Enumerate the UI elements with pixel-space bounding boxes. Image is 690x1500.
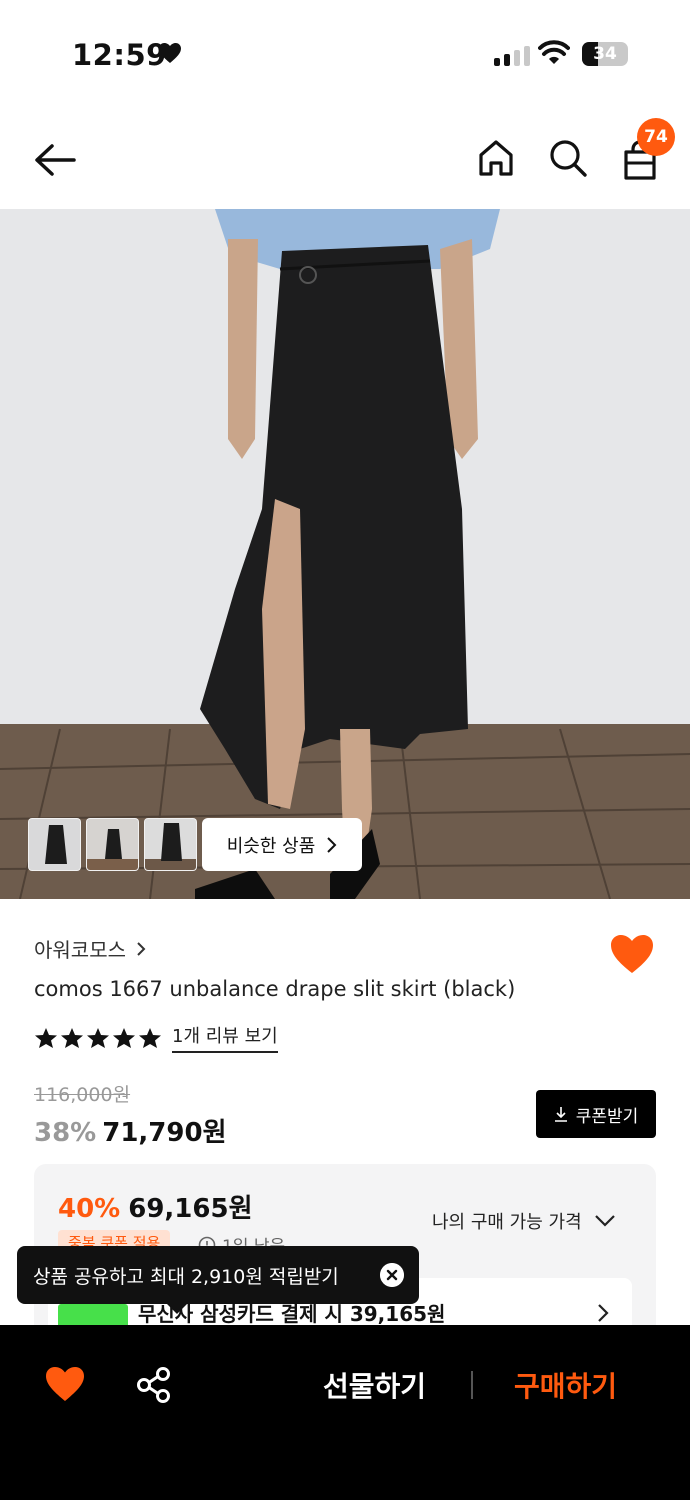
skirt-photo: [0, 209, 690, 899]
status-time: 12:59: [72, 38, 167, 72]
heart-wishlist-icon[interactable]: [44, 1365, 86, 1403]
home-icon[interactable]: [474, 136, 518, 180]
star-icon: [139, 1027, 161, 1048]
original-price: 116,000원: [34, 1084, 131, 1106]
buy-button[interactable]: 구매하기: [514, 1365, 617, 1405]
heart-status-icon: [159, 43, 181, 63]
wifi-icon: [538, 40, 570, 64]
brand-name: 아워코모스: [34, 938, 126, 962]
close-icon[interactable]: [380, 1263, 404, 1287]
gift-button[interactable]: 선물하기: [323, 1365, 426, 1405]
similar-products-button[interactable]: 비슷한 상품: [202, 818, 362, 871]
star-icon: [61, 1027, 83, 1048]
divider: [471, 1371, 473, 1399]
thumbnail-3[interactable]: [144, 818, 197, 871]
cellular-signal-icon: [494, 44, 530, 66]
star-icon: [113, 1027, 135, 1048]
product-image[interactable]: [0, 209, 690, 899]
thumbnail-1[interactable]: [28, 818, 81, 871]
best-price: 69,165원: [128, 1194, 253, 1224]
coupon-button-label: 쿠폰받기: [575, 1106, 639, 1127]
my-price-toggle[interactable]: 나의 구매 가능 가격: [432, 1208, 616, 1234]
product-title: comos 1667 unbalance drape slit skirt (b…: [34, 977, 516, 1001]
chevron-down-icon: [594, 1215, 615, 1227]
review-link[interactable]: 1개 리뷰 보기: [172, 1022, 278, 1053]
thumbnail-2[interactable]: [86, 818, 139, 871]
star-icon: [87, 1027, 109, 1048]
battery-level: 34: [593, 44, 617, 64]
similar-products-label: 비슷한 상품: [226, 835, 316, 857]
back-arrow-icon[interactable]: [30, 140, 80, 180]
cart-count-badge: 74: [637, 118, 675, 156]
chevron-right-icon: [137, 941, 146, 956]
best-price-row: 40% 69,165원: [58, 1188, 253, 1225]
rating-row: 1개 리뷰 보기: [34, 1022, 278, 1053]
star-icon: [35, 1027, 57, 1048]
thumbnail-strip: [28, 818, 197, 871]
brand-link[interactable]: 아워코모스: [34, 934, 146, 963]
status-bar: 12:59 34: [0, 0, 690, 110]
chevron-right-icon: [598, 1304, 609, 1322]
my-price-label: 나의 구매 가능 가격: [432, 1212, 582, 1233]
best-discount-rate: 40%: [58, 1194, 121, 1224]
toast-message: 상품 공유하고 최대 2,910원 적립받기: [33, 1265, 339, 1288]
battery-icon: 34: [582, 42, 628, 66]
coupon-button[interactable]: 쿠폰받기: [536, 1090, 656, 1138]
search-icon[interactable]: [546, 136, 590, 180]
bottom-action-bar: 선물하기 구매하기: [0, 1325, 690, 1500]
share-icon[interactable]: [134, 1365, 174, 1405]
chevron-right-icon: [327, 836, 337, 853]
sale-price: 71,790원: [102, 1118, 227, 1148]
top-nav: 74: [0, 110, 690, 210]
share-reward-toast: 상품 공유하고 최대 2,910원 적립받기: [17, 1246, 419, 1314]
download-icon: [554, 1107, 567, 1122]
sale-price-row: 38% 71,790원: [34, 1112, 227, 1149]
heart-wishlist-icon[interactable]: [608, 932, 656, 976]
discount-rate: 38%: [34, 1118, 97, 1148]
